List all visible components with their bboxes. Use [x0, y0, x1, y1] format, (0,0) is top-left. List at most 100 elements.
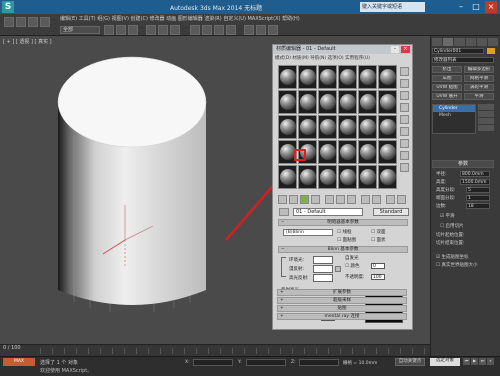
menu-item[interactable]: 创建(C)	[131, 16, 148, 22]
sample-slot[interactable]	[358, 65, 377, 89]
meshsmooth-button[interactable]: 网格平滑	[464, 75, 494, 82]
sample-slot[interactable]	[318, 115, 337, 139]
assign-material-to-selection-icon[interactable]	[300, 195, 309, 204]
backlight-icon[interactable]	[400, 79, 409, 88]
y-coordinate-field[interactable]	[246, 359, 286, 366]
uvw-map-button[interactable]: UVW 贴图	[432, 84, 462, 91]
utilities-tab-icon[interactable]	[487, 38, 499, 46]
sample-slot[interactable]	[358, 140, 377, 164]
app-logo-icon[interactable]: S	[2, 1, 14, 13]
sample-slot[interactable]	[338, 140, 357, 164]
close-button[interactable]: ×	[485, 1, 497, 13]
reset-map-icon[interactable]	[311, 195, 320, 204]
sample-slot[interactable]	[358, 90, 377, 114]
material-navigator-icon[interactable]	[400, 163, 409, 172]
maps-rollout-header[interactable]: + 贴图	[277, 305, 407, 312]
generate-coords-checkbox[interactable]: ☑ 生成贴图坐标	[436, 254, 468, 261]
sample-slot[interactable]	[318, 140, 337, 164]
put-to-scene-icon[interactable]	[289, 195, 298, 204]
go-to-start-icon[interactable]: ⏮	[463, 358, 470, 365]
material-type-button[interactable]: Standard	[373, 208, 409, 216]
unlink-icon[interactable]	[40, 17, 50, 27]
stack-item[interactable]: Mesh	[433, 112, 475, 119]
diffuse-map-button[interactable]	[335, 266, 341, 272]
pin-stack-icon[interactable]	[478, 104, 494, 110]
self-illum-value-field[interactable]: 0	[371, 263, 385, 269]
undo-icon[interactable]	[4, 17, 14, 27]
selection-filter-dropdown[interactable]: 全部	[60, 26, 100, 34]
menu-item[interactable]: 编辑(E)	[60, 16, 77, 22]
sample-slot[interactable]	[378, 90, 397, 114]
self-illum-color-checkbox[interactable]: ☐ 颜色	[345, 263, 359, 269]
transform-gizmo[interactable]	[95, 200, 165, 280]
real-world-checkbox[interactable]: ☐ 真实世界贴图大小	[436, 262, 477, 269]
zoom-icon[interactable]: ⌕	[487, 358, 494, 365]
region-select-icon[interactable]	[128, 25, 138, 35]
sample-slot[interactable]	[318, 165, 337, 189]
mental-ray-rollout-header[interactable]: + mental ray 连接	[277, 313, 407, 320]
timeline-ruler[interactable]	[40, 348, 428, 354]
object-color-swatch[interactable]	[487, 48, 495, 54]
cap-segments-field[interactable]: 1	[466, 195, 490, 201]
smooth-checkbox[interactable]: ☑ 平滑	[440, 213, 454, 220]
blinn-basic-rollout-header[interactable]: − Blinn 基本参数	[278, 246, 408, 253]
search-input[interactable]: 键入关键字或短语	[360, 2, 425, 12]
remove-modifier-icon[interactable]	[478, 125, 494, 131]
material-name-field[interactable]: 01 - Default	[293, 208, 363, 216]
sample-slot[interactable]	[318, 90, 337, 114]
menu-item[interactable]: 修改器	[150, 16, 165, 22]
opacity-field[interactable]: 100	[371, 274, 385, 280]
sample-slot[interactable]	[338, 65, 357, 89]
play-icon[interactable]: ▶	[471, 358, 478, 365]
sample-slot[interactable]	[298, 65, 317, 89]
menu-item[interactable]: MAXScript(X)	[247, 16, 280, 22]
smooth-button[interactable]: 平滑	[464, 93, 494, 100]
pick-material-icon[interactable]	[279, 208, 289, 216]
sample-slot[interactable]	[278, 65, 297, 89]
wire-checkbox[interactable]: ☐ 线框	[337, 229, 351, 235]
options-icon[interactable]	[400, 139, 409, 148]
modifier-stack[interactable]: Cylinder Mesh	[432, 104, 476, 134]
sample-slot[interactable]	[378, 165, 397, 189]
background-icon[interactable]	[400, 91, 409, 100]
specular-color-swatch[interactable]	[313, 274, 333, 282]
go-forward-to-sibling-icon[interactable]	[397, 195, 406, 204]
show-map-in-viewport-icon[interactable]	[361, 195, 370, 204]
sample-slot[interactable]	[338, 90, 357, 114]
select-by-name-icon[interactable]	[116, 25, 126, 35]
sample-slot[interactable]	[298, 115, 317, 139]
maxscript-listener-button[interactable]: MAX	[3, 358, 35, 366]
menu-item[interactable]: 实用程序(U)	[345, 56, 370, 61]
make-unique-icon[interactable]	[478, 118, 494, 124]
shader-type-dropdown[interactable]: (B)Blinn	[283, 229, 333, 236]
select-object-icon[interactable]	[104, 25, 114, 35]
show-end-result-icon[interactable]	[372, 195, 381, 204]
viewport-label[interactable]: [ + ] [ 透视 ] [ 真实 ]	[3, 38, 52, 45]
material-id-channel-icon[interactable]	[347, 195, 356, 204]
go-to-end-icon[interactable]: ⏭	[479, 358, 486, 365]
menu-item[interactable]: 自定义(U)	[223, 16, 246, 22]
uvw-unwrap-button[interactable]: UVW 展开	[432, 93, 462, 100]
menu-item[interactable]: 动画	[166, 16, 176, 22]
render-setup-icon[interactable]	[256, 25, 266, 35]
sample-slot[interactable]	[298, 90, 317, 114]
show-end-result-icon[interactable]	[478, 111, 494, 117]
menu-item[interactable]: 帮助(H)	[282, 16, 300, 22]
sample-slot[interactable]	[378, 115, 397, 139]
sample-slot[interactable]	[358, 115, 377, 139]
stack-item[interactable]: Cylinder	[433, 105, 475, 112]
face-map-checkbox[interactable]: ☐ 面贴图	[337, 237, 356, 243]
get-material-icon[interactable]	[278, 195, 287, 204]
menu-item[interactable]: 选项(O)	[328, 56, 344, 61]
radius-field[interactable]: 800.0mm	[460, 171, 490, 177]
ambient-color-swatch[interactable]	[313, 256, 333, 264]
sample-slot[interactable]	[298, 165, 317, 189]
menu-item[interactable]: 导航(N)	[310, 56, 326, 61]
create-tab-icon[interactable]	[432, 38, 443, 46]
align-icon[interactable]	[226, 25, 236, 35]
material-editor-icon[interactable]	[244, 25, 254, 35]
supersampling-rollout-header[interactable]: + 超级采样	[277, 297, 407, 304]
sample-slot[interactable]	[278, 115, 297, 139]
angle-snap-icon[interactable]	[202, 25, 212, 35]
auto-key-button[interactable]: 自动关键点	[395, 358, 425, 366]
